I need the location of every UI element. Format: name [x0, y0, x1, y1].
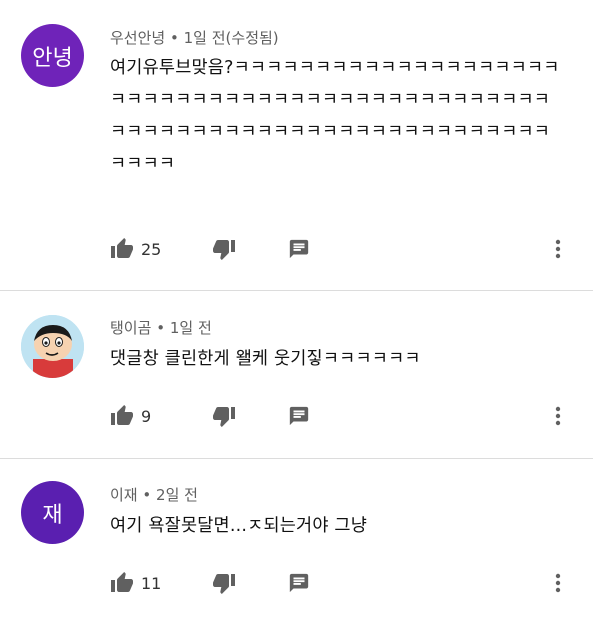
like-count: 11: [141, 573, 162, 593]
thumbs-up-icon: [110, 404, 134, 428]
comment-text: 여기 욕잘못달면...ㅈ되는거야 그냥: [110, 516, 368, 536]
timestamp[interactable]: 2일 전: [156, 486, 198, 504]
reply-comment-icon: [288, 238, 310, 260]
thumbs-up-icon: [110, 571, 134, 595]
timestamp[interactable]: 1일 전: [170, 319, 212, 337]
comment-item: 재 이재 • 2일 전 여기 욕잘못달면...ㅈ되는거야 그냥 11: [0, 459, 593, 633]
comment-item: 탱이곰 • 1일 전 댓글창 클린한게 왤케 웃기짛ㅋㅋㅋㅋㅋㅋ 9: [0, 291, 593, 459]
more-vertical-icon: [548, 571, 568, 595]
thumbs-down-icon: [212, 404, 236, 428]
avatar[interactable]: [21, 315, 84, 378]
comment-actions: 11: [110, 569, 580, 597]
comment-item: 안녕 우선안녕 • 1일 전(수정됨) 여기유투브맞음?ㅋㅋㅋㅋㅋㅋㅋㅋㅋㅋㅋㅋ…: [0, 0, 593, 290]
avatar-initials: 안녕: [32, 45, 73, 71]
like-button[interactable]: 25: [110, 235, 161, 263]
dislike-button[interactable]: [212, 569, 236, 597]
like-button[interactable]: 11: [110, 569, 161, 597]
avatar[interactable]: 안녕: [21, 24, 84, 87]
comment-actions: 9: [110, 402, 580, 430]
comment-header: 우선안녕 • 1일 전(수정됨): [110, 27, 279, 48]
like-count: 9: [141, 406, 152, 426]
separator-dot: •: [142, 486, 152, 504]
comment-actions: 25: [110, 235, 580, 263]
comment-menu-button[interactable]: [548, 569, 568, 597]
like-button[interactable]: 9: [110, 402, 151, 430]
like-count: 25: [141, 239, 162, 259]
thumbs-up-icon: [110, 237, 134, 261]
author-name[interactable]: 우선안녕: [110, 29, 165, 47]
reply-button[interactable]: [288, 569, 310, 597]
cartoon-character-avatar: [21, 315, 84, 378]
avatar[interactable]: 재: [21, 481, 84, 544]
comment-text: 여기유투브맞음?ㅋㅋㅋㅋㅋㅋㅋㅋㅋㅋㅋㅋㅋㅋㅋㅋㅋㅋㅋㅋㅋㅋㅋㅋㅋㅋㅋㅋㅋㅋㅋㅋ…: [110, 58, 560, 174]
comment-text: 댓글창 클린한게 왤케 웃기짛ㅋㅋㅋㅋㅋㅋ: [110, 349, 421, 369]
reply-button[interactable]: [288, 402, 310, 430]
dislike-button[interactable]: [212, 402, 236, 430]
comment-menu-button[interactable]: [548, 235, 568, 263]
reply-button[interactable]: [288, 235, 310, 263]
more-vertical-icon: [548, 404, 568, 428]
more-vertical-icon: [548, 237, 568, 261]
author-name[interactable]: 이재: [110, 486, 138, 504]
timestamp[interactable]: 1일 전(수정됨): [184, 29, 279, 47]
separator-dot: •: [156, 319, 166, 337]
comment-header: 이재 • 2일 전: [110, 484, 198, 505]
thumbs-down-icon: [212, 237, 236, 261]
reply-comment-icon: [288, 572, 310, 594]
dislike-button[interactable]: [212, 235, 236, 263]
thumbs-down-icon: [212, 571, 236, 595]
comment-menu-button[interactable]: [548, 402, 568, 430]
comment-header: 탱이곰 • 1일 전: [110, 317, 212, 338]
author-name[interactable]: 탱이곰: [110, 319, 151, 337]
separator-dot: •: [169, 29, 179, 47]
reply-comment-icon: [288, 405, 310, 427]
avatar-initials: 재: [42, 502, 63, 528]
